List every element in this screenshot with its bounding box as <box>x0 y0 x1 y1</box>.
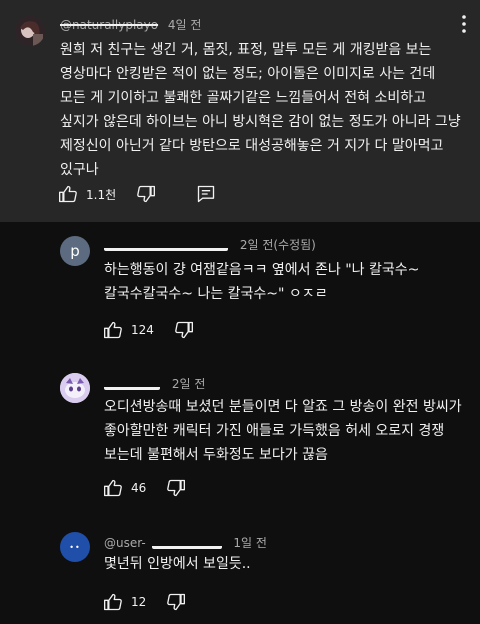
thumbs-up-icon <box>59 185 77 203</box>
avatar[interactable] <box>15 16 45 46</box>
comment-time[interactable]: 4일 전 <box>168 18 202 32</box>
highlighted-comment: @naturallyplayo 4일 전 원희 저 친구는 생긴 거, 몸짓, … <box>0 0 480 222</box>
avatar-dots-icon: •• <box>69 542 81 552</box>
avatar-photo-icon <box>15 16 45 46</box>
author-name-redacted[interactable] <box>151 538 222 549</box>
comment-header: 2일 전(수정됨) <box>104 236 316 253</box>
like-button[interactable]: 46 <box>103 478 146 498</box>
avatar[interactable]: •• <box>60 532 90 562</box>
comment-text: 오디션방송때 보셨던 분들이면 다 알죠 그 방송이 완전 방씨가 좋아할만한 … <box>104 399 462 463</box>
like-button[interactable]: 12 <box>103 592 146 612</box>
reply-comment-icon <box>197 185 215 203</box>
avatar[interactable] <box>60 373 90 403</box>
thumbs-up-icon <box>104 479 122 497</box>
dislike-button[interactable] <box>166 592 186 612</box>
author-name-redacted[interactable] <box>104 379 160 390</box>
dislike-button[interactable] <box>136 184 156 204</box>
dislike-button[interactable] <box>166 478 186 498</box>
like-count: 12 <box>131 595 147 609</box>
like-count: 46 <box>131 481 147 495</box>
avatar-letter: p <box>70 242 80 260</box>
comment-time[interactable]: 2일 전 <box>172 377 206 391</box>
like-button[interactable]: 124 <box>103 320 154 340</box>
avatar-character-icon <box>60 373 90 403</box>
reply-button[interactable] <box>196 184 216 204</box>
comment-time[interactable]: 2일 전(수정됨) <box>240 238 316 252</box>
comment-text: 몇년뒤 인방에서 보일듯.. <box>104 556 251 572</box>
thumbs-down-icon <box>175 321 193 339</box>
comment-text: 하는행동이 걍 여잼같음ㅋㅋ 옆에서 존나 "나 칼국수~ 칼국수칼국수~ 나는… <box>104 262 420 302</box>
thumbs-down-icon <box>167 593 186 611</box>
comment-actions: 1.1천 <box>58 184 216 204</box>
dislike-button[interactable] <box>174 320 194 340</box>
like-count: 1.1천 <box>86 187 117 202</box>
author-name[interactable]: @user- <box>104 536 146 550</box>
author-name[interactable]: @naturallyplayo <box>60 18 158 32</box>
comment-actions: 124 <box>103 320 194 340</box>
more-vert-icon[interactable] <box>456 14 472 38</box>
comment-time[interactable]: 1일 전 <box>233 536 267 550</box>
comment-header: 2일 전 <box>104 375 205 392</box>
comment-actions: 12 <box>103 592 186 612</box>
thumbs-down-icon <box>167 479 186 497</box>
comment-header: @user- 1일 전 <box>104 534 267 551</box>
comment-text: 원희 저 친구는 생긴 거, 몸짓, 표정, 말투 모든 게 개킹받음 보는 영… <box>60 42 461 178</box>
thumbs-up-icon <box>104 593 122 611</box>
thumbs-up-icon <box>104 321 122 339</box>
like-button[interactable]: 1.1천 <box>58 184 116 204</box>
like-count: 124 <box>131 323 154 337</box>
avatar[interactable]: p <box>60 236 90 266</box>
thumbs-down-icon <box>137 185 156 203</box>
comment-header: @naturallyplayo 4일 전 <box>60 16 201 33</box>
comment-actions: 46 <box>103 478 186 498</box>
author-name-redacted[interactable] <box>104 240 228 251</box>
